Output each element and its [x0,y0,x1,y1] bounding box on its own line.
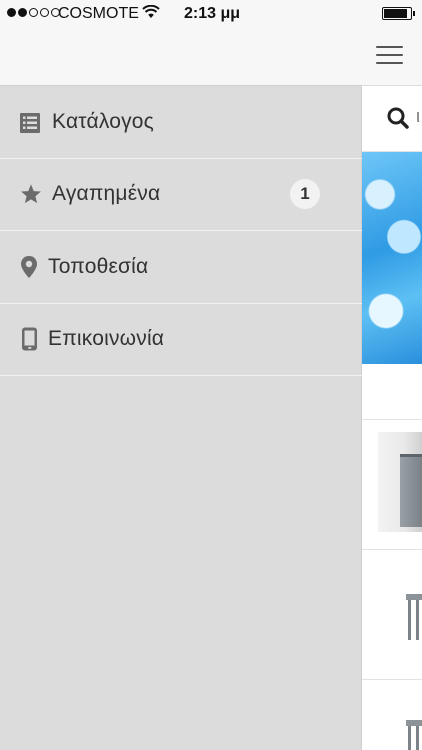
product-thumbnail [402,716,422,750]
phone-icon [22,327,37,351]
product-thumbnail [378,432,422,532]
carrier-name: COSMOTE [58,5,139,22]
battery-tip [413,11,415,16]
status-bar: COSMOTE 2:13 μμ [0,0,422,28]
search-icon[interactable] [386,106,410,130]
wifi-icon [142,5,160,18]
drawer-item-catalog[interactable]: Κατάλογος [0,86,362,159]
drawer-item-label: Κατάλογος [52,110,154,133]
drawer-item-location[interactable]: Τοποθεσία [0,231,362,304]
drawer-item-favorites[interactable]: Αγαπημένα 1 [0,158,362,231]
location-pin-icon [21,256,37,278]
drawer-item-label: Τοποθεσία [48,255,149,278]
ice-banner-image [362,152,422,364]
hamburger-menu-icon[interactable] [376,44,404,66]
drawer-item-contact[interactable]: Επικοινωνία [0,303,362,376]
product-thumbnail [398,590,422,644]
banner-caption-area [362,364,422,420]
clock-time: 2:13 μμ [184,5,241,22]
signal-strength-icon [7,8,60,17]
drawer-item-label: Επικοινωνία [48,327,165,350]
search-placeholder-peek: ι [416,106,420,126]
star-icon [21,184,41,204]
favorites-count-badge: 1 [290,179,320,209]
battery-icon [382,7,412,20]
list-icon [20,113,40,133]
side-drawer: Κατάλογος Αγαπημένα 1 Τοποθεσία Επικοινω… [0,0,362,750]
drawer-item-label: Αγαπημένα [52,182,161,205]
